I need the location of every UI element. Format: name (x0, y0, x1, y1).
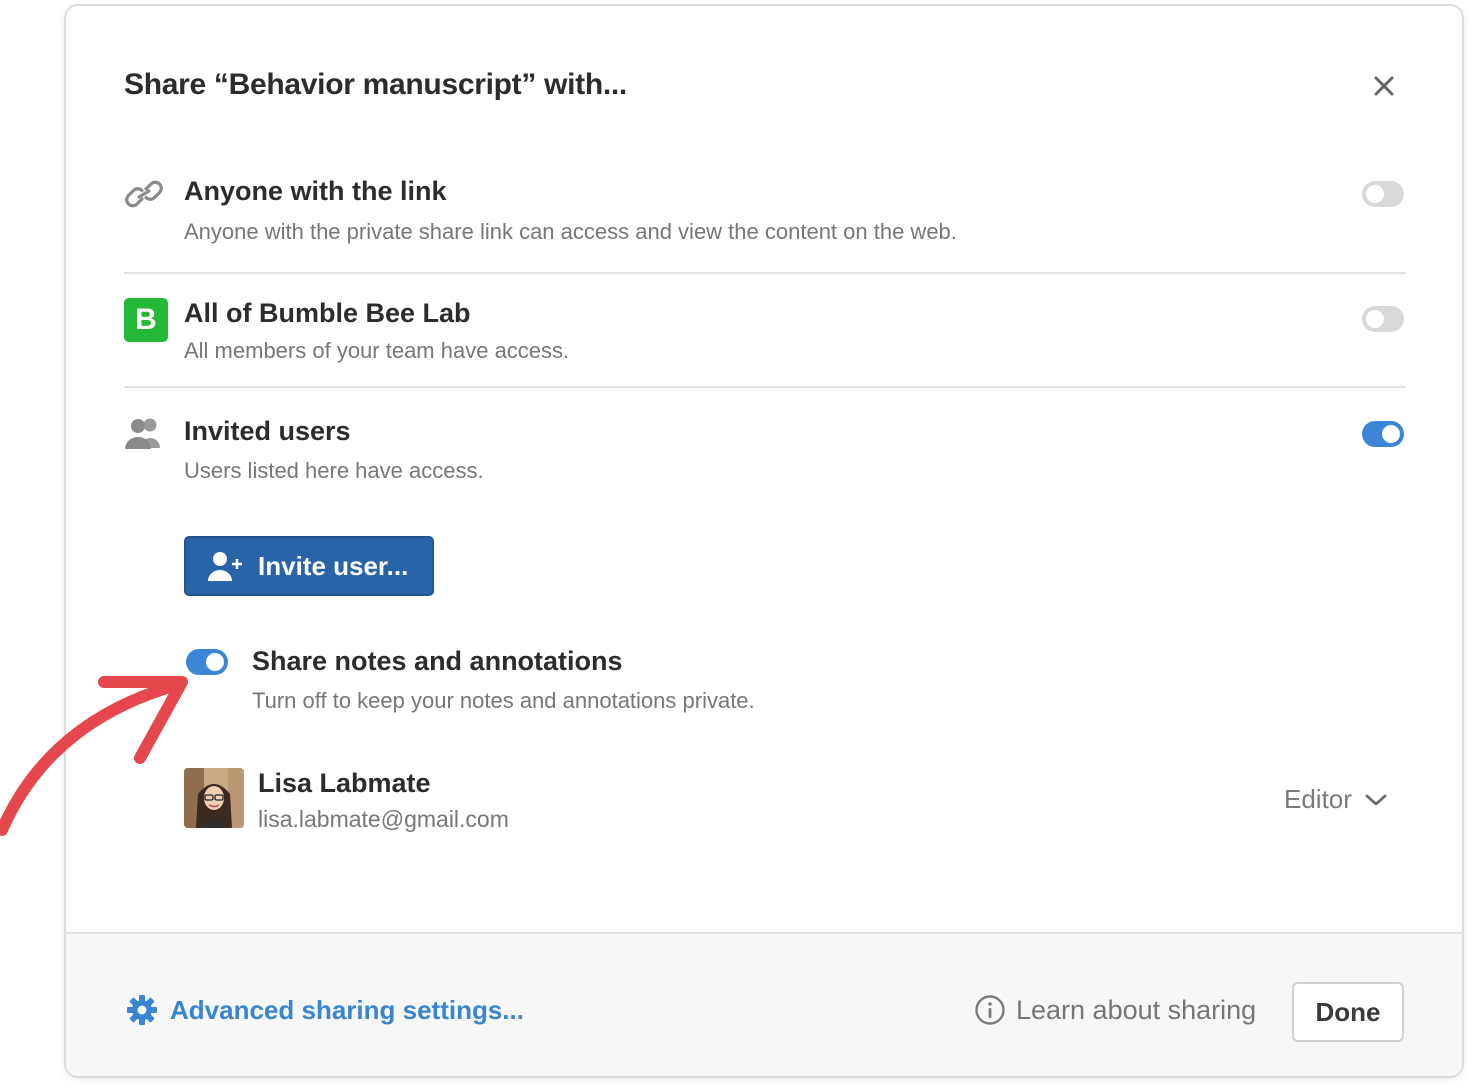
close-icon (1374, 76, 1394, 96)
chevron-down-icon (1365, 794, 1387, 805)
invite-user-label: Invite user... (258, 550, 409, 581)
user-email: lisa.labmate@gmail.com (258, 806, 509, 832)
divider (124, 386, 1406, 388)
share-notes-title: Share notes and annotations (252, 646, 623, 676)
role-select[interactable]: Editor (1284, 784, 1388, 815)
close-button[interactable] (1366, 68, 1402, 104)
toggle-knob (1366, 310, 1384, 328)
advanced-sharing-link[interactable]: Advanced sharing settings... (126, 994, 524, 1026)
advanced-sharing-label: Advanced sharing settings... (170, 994, 524, 1025)
gear-icon (127, 995, 157, 1025)
team-sharing-toggle[interactable] (1362, 306, 1404, 332)
learn-about-sharing-label: Learn about sharing (1016, 994, 1257, 1025)
add-user-icon (206, 550, 246, 582)
link-sharing-title: Anyone with the link (184, 176, 447, 206)
invited-users-toggle[interactable] (1362, 421, 1404, 447)
team-badge-icon: B (124, 298, 168, 342)
info-icon (975, 995, 1005, 1025)
link-sharing-toggle[interactable] (1362, 181, 1404, 207)
users-icon (124, 416, 164, 455)
done-button[interactable]: Done (1292, 982, 1404, 1042)
divider (124, 272, 1406, 274)
user-name: Lisa Labmate (258, 768, 431, 798)
team-sharing-description: All members of your team have access. (184, 338, 570, 363)
dialog-footer: Advanced sharing settings... Learn about… (66, 932, 1462, 1076)
share-notes-description: Turn off to keep your notes and annotati… (252, 688, 755, 713)
toggle-knob (1382, 425, 1400, 443)
team-sharing-title: All of Bumble Bee Lab (184, 298, 471, 328)
link-sharing-description: Anyone with the private share link can a… (184, 219, 957, 244)
invite-user-button[interactable]: Invite user... (184, 536, 434, 596)
toggle-knob (1366, 185, 1384, 203)
toggle-knob (206, 653, 224, 671)
annotation-arrow (0, 676, 188, 836)
role-label: Editor (1284, 784, 1352, 814)
dialog-title: Share “Behavior manuscript” with... (124, 68, 627, 101)
link-icon (124, 178, 164, 215)
share-dialog: Share “Behavior manuscript” with... Anyo… (64, 4, 1464, 1078)
invited-users-description: Users listed here have access. (184, 458, 484, 483)
invited-users-title: Invited users (184, 416, 351, 446)
learn-about-sharing-link[interactable]: Learn about sharing (974, 994, 1256, 1026)
